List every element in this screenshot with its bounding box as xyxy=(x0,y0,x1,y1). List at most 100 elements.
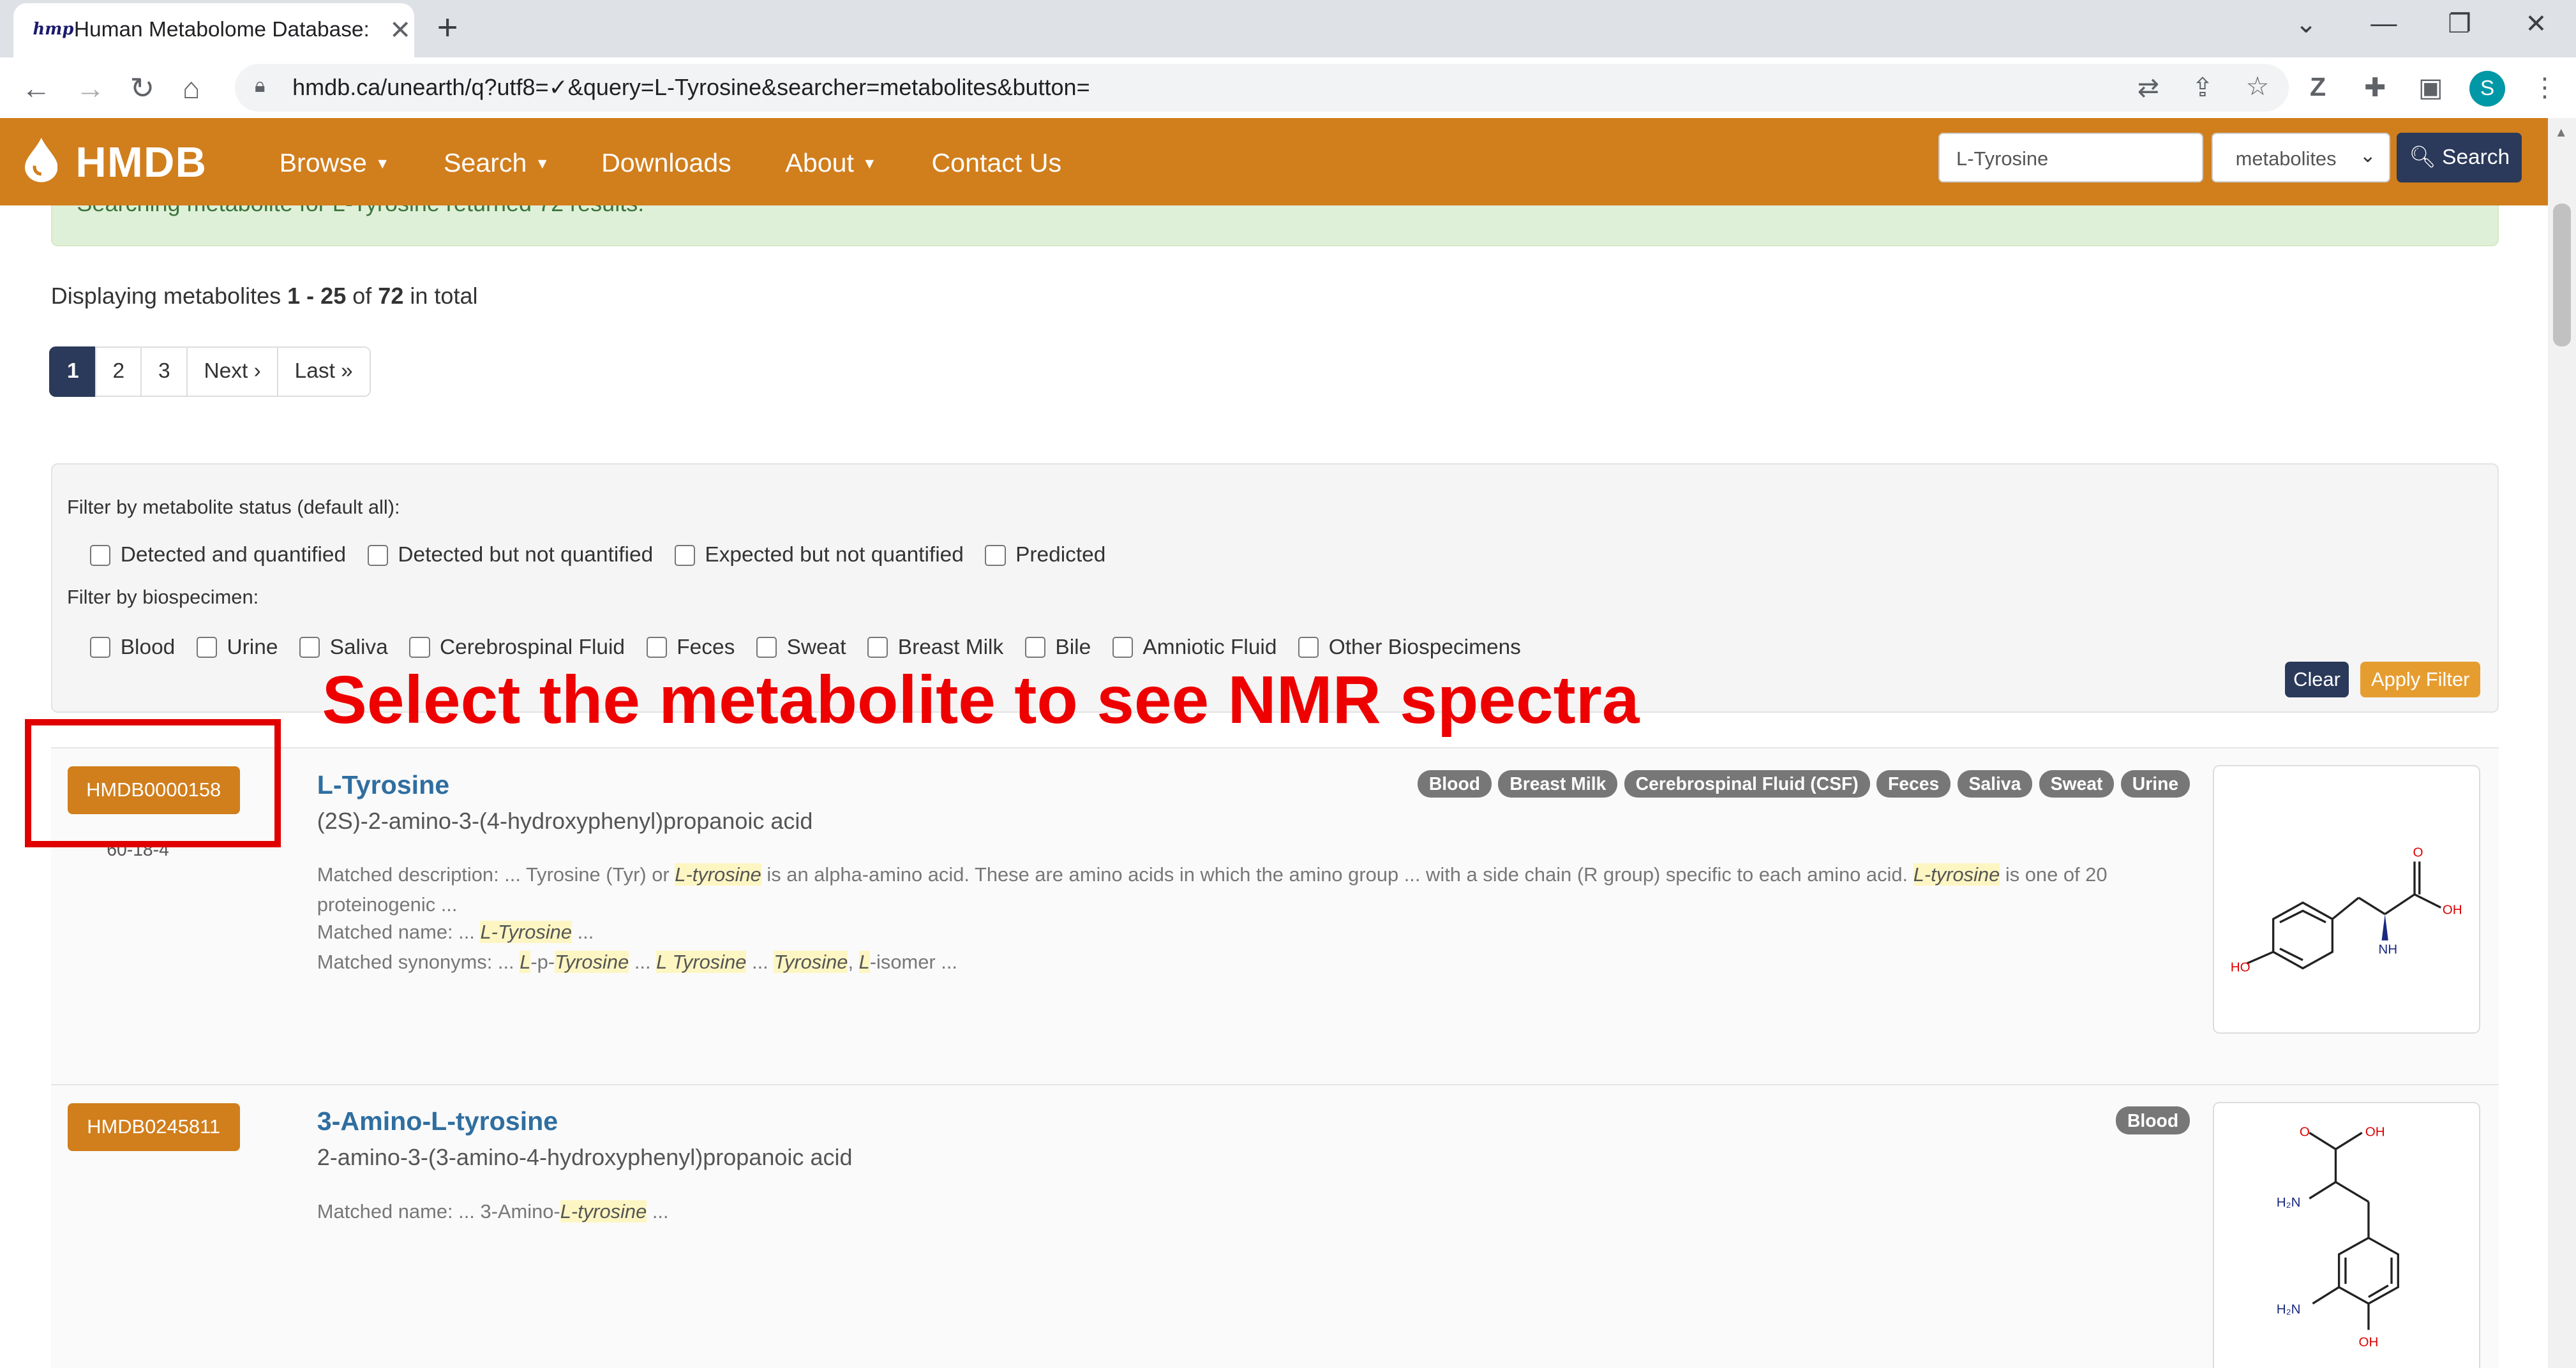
checkbox-label: Cerebrospinal Fluid xyxy=(439,635,625,659)
checkbox[interactable] xyxy=(89,545,111,566)
nav-search-input[interactable]: L-Tyrosine xyxy=(1938,133,2203,182)
struct-label-nh2: NH xyxy=(2379,942,2398,956)
reload-icon[interactable]: ↻ xyxy=(130,71,154,105)
metabolite-name-link[interactable]: 3-Amino-L-tyrosine xyxy=(317,1106,558,1136)
text: , xyxy=(848,950,859,973)
nav-search-button[interactable]: 🔍︎ Search xyxy=(2397,133,2522,182)
restore-icon[interactable]: ❐ xyxy=(2448,8,2471,39)
zotero-extension-icon[interactable]: Z xyxy=(2310,72,2326,102)
status-checkbox-expected[interactable]: Expected but not quantified xyxy=(674,543,964,567)
minimize-icon[interactable]: — xyxy=(2370,8,2397,38)
profile-avatar[interactable]: S xyxy=(2469,70,2506,107)
translate-icon[interactable]: ⇄ xyxy=(2138,72,2160,103)
hmdb-id-button[interactable]: HMDB0245811 xyxy=(67,1103,240,1151)
side-panel-icon[interactable]: ▣ xyxy=(2418,72,2443,103)
magnifier-icon: 🔍︎ xyxy=(2409,145,2436,170)
new-tab-icon[interactable]: + xyxy=(437,6,458,48)
caret-down-icon: ▼ xyxy=(375,154,390,172)
nav-about[interactable]: About ▼ xyxy=(785,148,876,178)
nav-search-button-label: Search xyxy=(2442,145,2510,170)
text: ... xyxy=(746,950,774,973)
highlight: L-tyrosine xyxy=(560,1200,647,1223)
bio-checkbox-bile[interactable]: Bile xyxy=(1024,636,1091,660)
checkbox[interactable] xyxy=(196,637,218,658)
structure-thumbnail[interactable]: O OH NH HO xyxy=(2213,764,2480,1034)
back-icon[interactable]: ← xyxy=(21,71,50,105)
bio-checkbox-saliva[interactable]: Saliva xyxy=(299,636,388,660)
status-checkbox-predicted[interactable]: Predicted xyxy=(985,543,1105,567)
bio-checkbox-feces[interactable]: Feces xyxy=(646,635,735,660)
checkbox[interactable] xyxy=(674,545,695,566)
status-filter-label: Filter by metabolite status (default all… xyxy=(66,495,400,518)
bio-checkbox-amniotic-fluid[interactable]: Amniotic Fluid xyxy=(1112,636,1277,660)
checkbox-label: Breast Milk xyxy=(897,635,1004,659)
checkbox-label: Feces xyxy=(677,635,735,659)
page-scrollbar[interactable]: ▲ xyxy=(2548,118,2576,1368)
last-page-link[interactable]: Last » xyxy=(276,346,371,397)
browser-tab[interactable]: hmp Human Metabolome Database: S ✕ xyxy=(13,3,414,58)
bio-checkbox-breast-milk[interactable]: Breast Milk xyxy=(867,636,1003,660)
checkbox[interactable] xyxy=(367,545,388,566)
page-3-link[interactable]: 3 xyxy=(140,346,188,397)
text: Matched synonyms: ... xyxy=(317,950,520,973)
tab-search-chevron-icon[interactable]: ⌄ xyxy=(2295,8,2318,39)
bio-checkbox-blood[interactable]: Blood xyxy=(89,636,175,660)
bio-checkbox-urine[interactable]: Urine xyxy=(196,636,278,660)
window-close-icon[interactable]: ✕ xyxy=(2525,8,2547,39)
result-row-3-amino-l-tyrosine: HMDB0245811 3-Amino-L-tyrosine 2-amino-3… xyxy=(50,1083,2499,1368)
checkbox[interactable] xyxy=(1112,637,1133,658)
checkbox[interactable] xyxy=(985,545,1006,566)
checkbox[interactable] xyxy=(646,637,667,658)
extensions-puzzle-icon[interactable]: ✚ xyxy=(2364,72,2386,103)
status-checkbox-detected-not-quantified[interactable]: Detected but not quantified xyxy=(367,543,653,567)
checkbox[interactable] xyxy=(299,637,320,658)
select-chevron-icon: ⌄ xyxy=(2359,144,2376,167)
lock-icon[interactable]: 🔒︎ xyxy=(255,74,265,98)
bio-checkbox-sweat[interactable]: Sweat xyxy=(756,636,846,660)
hmdb-logo[interactable]: HMDB xyxy=(75,138,207,187)
metabolite-name-link[interactable]: L-Tyrosine xyxy=(317,770,449,800)
checkbox[interactable] xyxy=(1024,637,1045,658)
hmdb-drop-logo-icon[interactable] xyxy=(24,138,58,182)
share-icon[interactable]: ⇪ xyxy=(2192,72,2214,103)
checkbox[interactable] xyxy=(409,637,430,658)
nav-contact-us[interactable]: Contact Us xyxy=(931,148,1061,178)
tab-title: Human Metabolome Database: S xyxy=(73,18,370,42)
bio-checkbox-csf[interactable]: Cerebrospinal Fluid xyxy=(409,636,625,660)
bio-checkbox-other[interactable]: Other Biospecimens xyxy=(1298,636,1521,660)
matched-synonyms: Matched synonyms: ... L-p-Tyrosine ... L… xyxy=(317,948,2157,977)
home-icon[interactable]: ⌂ xyxy=(183,71,200,105)
nav-search[interactable]: Search ▼ xyxy=(444,148,550,178)
checkbox[interactable] xyxy=(867,637,888,658)
checkbox[interactable] xyxy=(756,637,777,658)
results-count-prefix: Displaying metabolites xyxy=(50,282,288,309)
favicon-icon: hmp xyxy=(33,19,74,39)
next-page-link[interactable]: Next › xyxy=(186,346,279,397)
apply-filter-button[interactable]: Apply Filter xyxy=(2360,661,2481,698)
scrollbar-thumb[interactable] xyxy=(2552,204,2572,347)
status-checkbox-detected-quantified[interactable]: Detected and quantified xyxy=(89,543,346,567)
searcher-select[interactable]: metabolites ⌄ xyxy=(2211,133,2391,182)
scroll-up-arrow-icon[interactable]: ▲ xyxy=(2555,125,2568,140)
badge: Breast Milk xyxy=(1498,770,1618,798)
nav-downloads[interactable]: Downloads xyxy=(601,148,731,178)
biospecimen-badges: Blood Breast Milk Cerebrospinal Fluid (C… xyxy=(1411,770,2190,798)
browser-menu-icon[interactable]: ⋮ xyxy=(2532,72,2558,103)
address-bar[interactable]: 🔒︎ hmdb.ca/unearth/q?utf8=✓&query=L-Tyro… xyxy=(235,64,2289,112)
page-1-link[interactable]: 1 xyxy=(49,346,97,397)
forward-icon[interactable]: → xyxy=(75,71,105,105)
page-2-link[interactable]: 2 xyxy=(94,346,142,397)
structure-thumbnail[interactable]: O OH H₂N H₂N OH xyxy=(2213,1101,2480,1368)
results-count-suffix: in total xyxy=(403,282,478,309)
clear-filter-button[interactable]: Clear xyxy=(2284,661,2349,698)
highlight: L-Tyrosine xyxy=(480,921,573,944)
checkbox[interactable] xyxy=(1298,637,1319,658)
matched-name: Matched name: ... 3-Amino-L-tyrosine ... xyxy=(317,1197,2157,1226)
text: -isomer ... xyxy=(869,950,957,973)
biospecimen-filter-label: Filter by biospecimen: xyxy=(66,586,259,609)
nav-browse[interactable]: Browse ▼ xyxy=(280,148,390,178)
tab-close-icon[interactable]: ✕ xyxy=(389,15,412,45)
checkbox[interactable] xyxy=(89,637,111,658)
bookmark-star-icon[interactable]: ☆ xyxy=(2246,71,2270,101)
badge: Sweat xyxy=(2039,770,2115,798)
